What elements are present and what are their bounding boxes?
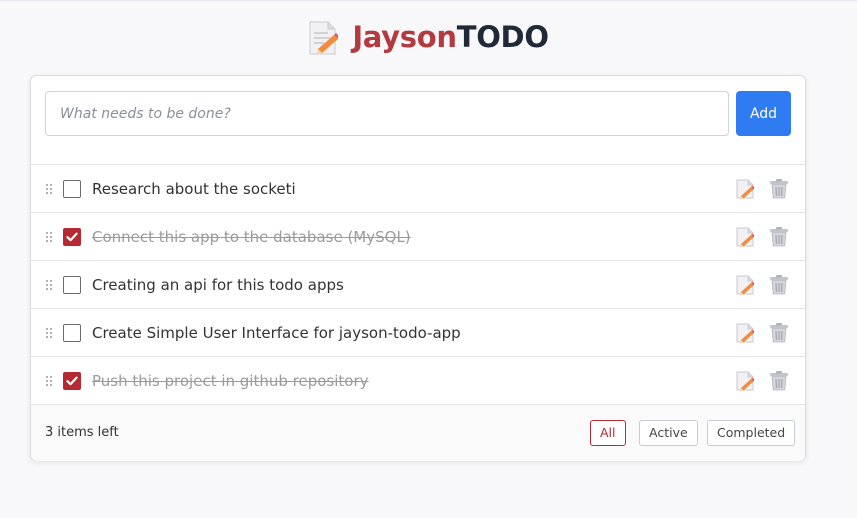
todo-item: Create Simple User Interface for jayson-… — [31, 309, 805, 357]
todo-item: Research about the socketi — [31, 165, 805, 213]
drag-handle-icon[interactable] — [46, 376, 54, 386]
items-left-count: 3 items left — [45, 425, 119, 440]
todo-checkbox[interactable] — [63, 324, 81, 342]
drag-handle-icon[interactable] — [46, 184, 54, 194]
todo-text: Connect this app to the database (MySQL) — [92, 228, 411, 246]
trash-icon[interactable] — [769, 322, 789, 343]
app-title: JaysonTODO — [352, 20, 549, 54]
trash-icon[interactable] — [769, 370, 789, 391]
memo-pencil-icon — [309, 21, 339, 55]
edit-pencil-icon[interactable] — [736, 227, 755, 248]
edit-pencil-icon[interactable] — [736, 323, 755, 344]
add-todo-form: Add — [31, 76, 805, 165]
edit-pencil-icon[interactable] — [736, 371, 755, 392]
drag-handle-icon[interactable] — [46, 232, 54, 242]
trash-icon[interactable] — [769, 178, 789, 199]
todo-checkbox[interactable] — [63, 372, 81, 390]
todo-checkbox[interactable] — [63, 228, 81, 246]
todo-text: Create Simple User Interface for jayson-… — [92, 324, 461, 342]
filter-all-button[interactable]: All — [590, 420, 626, 446]
todo-item: Creating an api for this todo apps — [31, 261, 805, 309]
add-button[interactable]: Add — [736, 91, 791, 136]
todo-checkbox[interactable] — [63, 276, 81, 294]
drag-handle-icon[interactable] — [46, 328, 54, 338]
trash-icon[interactable] — [769, 274, 789, 295]
filter-completed-button[interactable]: Completed — [707, 420, 796, 446]
app-header: JaysonTODO — [0, 16, 857, 58]
trash-icon[interactable] — [769, 226, 789, 247]
title-part-jayson: Jayson — [352, 20, 457, 54]
title-part-todo: TODO — [456, 20, 549, 54]
todo-text: Push this project in github repository — [92, 372, 369, 390]
edit-pencil-icon[interactable] — [736, 179, 755, 200]
todo-footer: 3 items left All Active Completed — [31, 405, 805, 461]
edit-pencil-icon[interactable] — [736, 275, 755, 296]
todo-list: Research about the socketi Connect this a… — [31, 165, 805, 405]
todo-checkbox[interactable] — [63, 180, 81, 198]
todo-text: Research about the socketi — [92, 180, 296, 198]
filter-active-button[interactable]: Active — [639, 420, 698, 446]
todo-item: Push this project in github repository — [31, 357, 805, 405]
drag-handle-icon[interactable] — [46, 280, 54, 290]
todo-text: Creating an api for this todo apps — [92, 276, 344, 294]
todo-card: Add Research about the socketi Connect th… — [30, 75, 806, 461]
todo-item: Connect this app to the database (MySQL) — [31, 213, 805, 261]
new-todo-input[interactable] — [45, 91, 729, 136]
